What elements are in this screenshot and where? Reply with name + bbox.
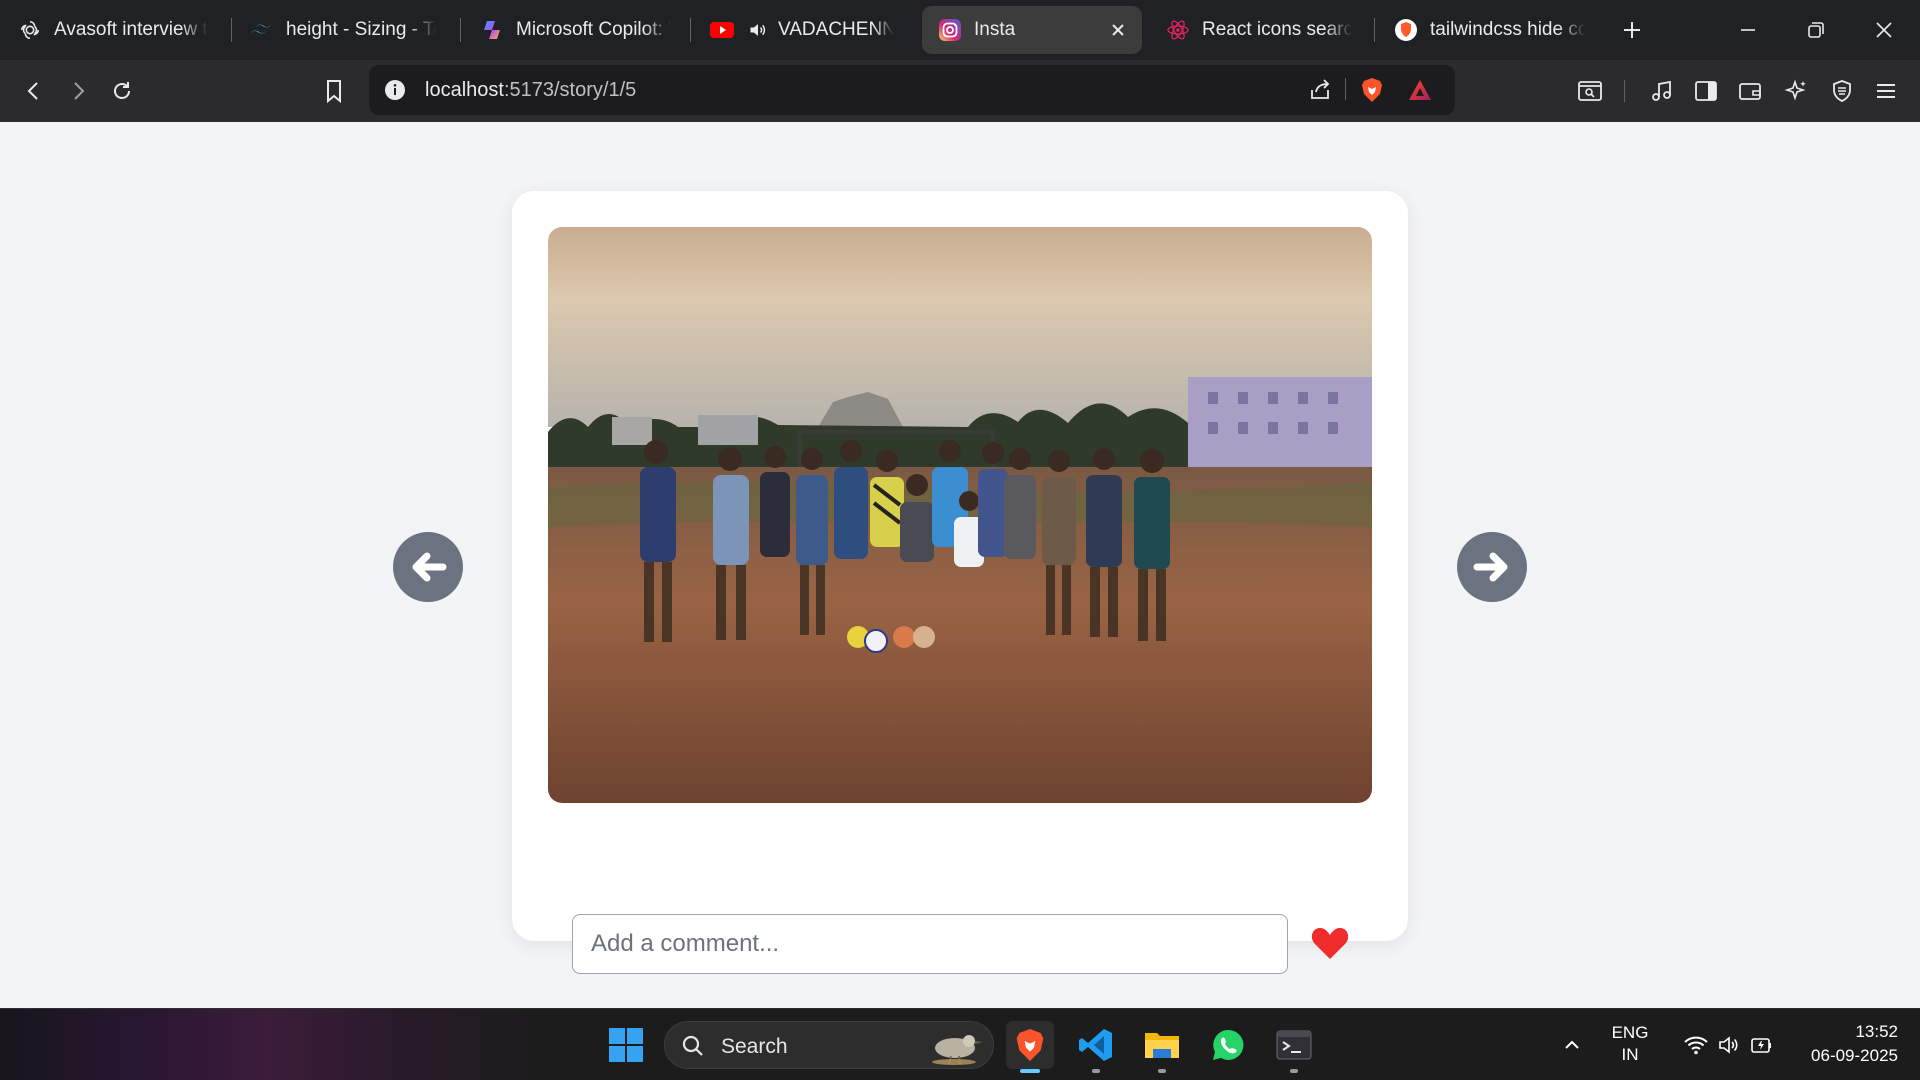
clock[interactable]: 13:52 06-09-2025 [1790,1022,1910,1066]
address-bar[interactable]: localhost:5173/story/1/5 [369,65,1455,115]
tab-title: VADACHENNAI [778,19,894,40]
url-text[interactable]: localhost:5173/story/1/5 [425,79,636,102]
tab-separator [231,18,232,42]
page-content [0,122,1920,1008]
search-icon [682,1035,703,1056]
running-indicator [1158,1069,1166,1073]
bird-illustration-icon [932,1035,983,1065]
taskbar-terminal[interactable] [1270,1021,1318,1073]
site-info-icon[interactable] [383,78,407,102]
terminal-icon [1276,1030,1312,1060]
story-photo [548,227,1372,803]
search-label: Search [721,1035,788,1058]
toolbar-divider [1624,80,1625,102]
tailwind-icon [250,18,274,42]
tab-title: height - Sizing - Tailwind CSS [286,19,436,40]
story-card [512,191,1408,974]
tab-title: Microsoft Copilot: Your AI companion [516,19,672,40]
region-code: IN [1621,1045,1639,1064]
tab-separator [1374,18,1375,42]
media-controls-button[interactable] [1642,71,1682,111]
tab-react-icons[interactable]: React icons search [1166,6,1356,54]
taskbar-search[interactable]: Search [664,1021,994,1069]
running-indicator [1020,1069,1040,1073]
battery-charging-icon [1751,1038,1771,1053]
wifi-icon [1684,1036,1708,1055]
instagram-icon [938,18,962,42]
url-path: :5173/story/1/5 [503,79,637,101]
tab-title: React icons search [1202,19,1352,40]
tab-tailwind-hide[interactable]: tailwindcss hide co [1394,6,1590,54]
comment-input[interactable] [572,914,1288,974]
chevron-up-icon [1565,1040,1579,1049]
restore-button[interactable] [1788,6,1844,54]
taskbar-file-explorer[interactable] [1138,1021,1186,1073]
new-tab-button[interactable] [1616,14,1648,46]
tab-tailwind-height[interactable]: height - Sizing - Tailwind CSS [250,6,446,54]
previous-story-button[interactable] [393,532,463,602]
taskbar-brave[interactable] [1006,1021,1054,1073]
brave-search-icon [1394,18,1418,42]
tab-vadachennai[interactable]: VADACHENNAI [710,6,894,54]
arrow-left-icon [412,552,447,582]
speaker-icon[interactable] [746,18,770,42]
react-icon [1166,18,1190,42]
url-host: localhost [425,79,504,101]
language-code: ENG [1611,1023,1649,1042]
arrow-right-icon [1473,552,1508,582]
openai-icon [18,18,42,42]
tab-search-button[interactable] [1570,71,1610,111]
tab-insta-active[interactable]: Insta [922,6,1142,54]
whatsapp-icon [1213,1029,1244,1060]
taskbar-whatsapp[interactable] [1204,1021,1252,1069]
address-bar-divider [1345,78,1346,100]
running-indicator [1092,1069,1100,1073]
clock-date: 06-09-2025 [1811,1046,1898,1065]
close-tab-icon[interactable] [1106,18,1130,42]
like-button[interactable] [1308,921,1352,965]
taskbar-vscode[interactable] [1072,1021,1120,1073]
tab-separator [690,18,691,42]
wallet-button[interactable] [1730,71,1770,111]
back-button[interactable] [14,71,54,111]
clock-time: 13:52 [1855,1022,1898,1041]
tab-separator [460,18,461,42]
vscode-icon [1079,1029,1112,1061]
browser-tab-strip: Avasoft interview tips height - Sizing -… [0,0,1920,60]
bookmark-button[interactable] [314,71,354,111]
copilot-icon [480,18,504,42]
sidebar-toggle-button[interactable] [1686,71,1726,111]
windows-taskbar: Search ENG IN 13:52 06-09-2025 [0,1008,1920,1080]
next-story-button[interactable] [1457,532,1527,602]
tab-copilot[interactable]: Microsoft Copilot: Your AI companion [480,6,676,54]
tab-title: Avasoft interview tips [54,19,208,40]
tab-title: Insta [974,19,1016,40]
folder-icon [1145,1033,1179,1058]
brave-shields-icon[interactable] [1359,77,1385,103]
forward-button[interactable] [58,71,98,111]
youtube-icon [710,18,734,42]
language-indicator[interactable]: ENG IN [1600,1023,1660,1065]
minimize-button[interactable] [1720,6,1776,54]
quick-settings-button[interactable] [1668,1021,1788,1069]
share-icon[interactable] [1307,77,1333,103]
reload-button[interactable] [102,71,142,111]
menu-button[interactable] [1866,71,1906,111]
windows-logo-icon [609,1028,643,1062]
close-window-button[interactable] [1856,6,1912,54]
tab-title: tailwindcss hide co [1430,19,1586,40]
show-hidden-icons-button[interactable] [1552,1021,1592,1069]
volume-icon [1719,1036,1738,1054]
leo-ai-button[interactable] [1776,71,1816,111]
tab-avasoft[interactable]: Avasoft interview tips [18,6,218,54]
heart-icon [1311,928,1349,959]
brave-rewards-icon[interactable] [1407,77,1433,103]
start-button[interactable] [602,1021,650,1069]
running-indicator [1290,1069,1298,1073]
brave-browser-icon [1016,1029,1044,1061]
vpn-shield-button[interactable] [1822,71,1862,111]
